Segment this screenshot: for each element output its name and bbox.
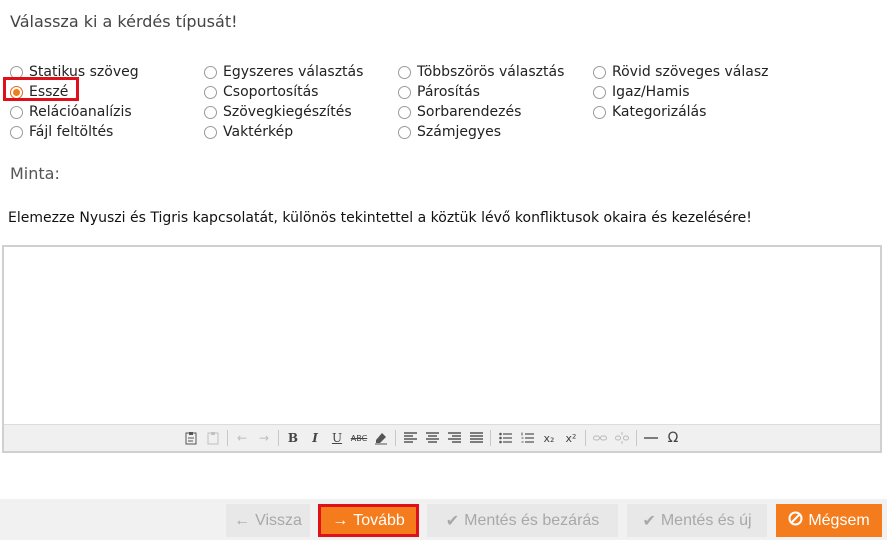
type-option-label: Fájl feltöltés — [29, 124, 114, 140]
type-option-label: Szövegkiegészítés — [223, 104, 352, 120]
type-option-label: Számjegyes — [417, 124, 502, 140]
italic-icon[interactable]: I — [304, 428, 326, 448]
radio-button[interactable] — [593, 65, 606, 79]
toolbar-separator — [227, 430, 228, 446]
answer-editor[interactable]: ← → B I U ABC x₂ x² Ω — [2, 245, 882, 453]
type-option-szamjegyes[interactable]: Számjegyes — [398, 122, 501, 142]
type-option-parositas[interactable]: Párosítás — [398, 82, 480, 102]
type-option-csoportositas[interactable]: Csoportosítás — [204, 82, 318, 102]
selection-highlight — [3, 77, 79, 101]
eraser-icon[interactable] — [370, 428, 392, 448]
type-option-label: Többszörös választás — [417, 64, 565, 80]
numbered-list-icon[interactable] — [516, 428, 538, 448]
link-icon[interactable] — [589, 428, 611, 448]
next-button-label: Tovább — [353, 511, 405, 529]
bold-icon[interactable]: B — [282, 428, 304, 448]
radio-button[interactable] — [398, 65, 411, 79]
question-text: Elemezze Nyuszi és Tigris kapcsolatát, k… — [8, 210, 752, 226]
radio-button[interactable] — [204, 85, 217, 99]
redo-icon[interactable]: → — [253, 428, 275, 448]
align-justify-icon[interactable] — [465, 428, 487, 448]
type-option-rovid-szoveges[interactable]: Rövid szöveges válasz — [593, 62, 769, 82]
type-option-label: Csoportosítás — [223, 84, 319, 100]
type-option-label: Rövid szöveges válasz — [612, 64, 769, 80]
page-title: Válassza ki a kérdés típusát! — [10, 12, 238, 31]
type-option-sorbarendezes[interactable]: Sorbarendezés — [398, 102, 521, 122]
strikethrough-icon[interactable]: ABC — [348, 428, 370, 448]
type-option-label: Igaz/Hamis — [612, 84, 690, 100]
radio-button[interactable] — [204, 125, 217, 139]
radio-button[interactable] — [398, 105, 411, 119]
type-option-szovegkiegeszites[interactable]: Szövegkiegészítés — [204, 102, 352, 122]
type-option-label: Relációanalízis — [29, 104, 132, 120]
toolbar-separator — [636, 430, 637, 446]
back-button-label: Vissza — [255, 511, 302, 529]
check-icon: ✔ — [445, 512, 460, 530]
radio-button[interactable] — [10, 105, 23, 119]
save-and-close-label: Mentés és bezárás — [464, 511, 600, 529]
radio-button[interactable] — [398, 125, 411, 139]
undo-icon[interactable]: ← — [231, 428, 253, 448]
cancel-icon — [788, 511, 803, 531]
type-option-kategorizalas[interactable]: Kategorizálás — [593, 102, 706, 122]
unlink-icon[interactable] — [611, 428, 633, 448]
cancel-button-label: Mégsem — [808, 511, 870, 529]
type-option-igaz-hamis[interactable]: Igaz/Hamis — [593, 82, 690, 102]
type-option-label: Vaktérkép — [223, 124, 294, 140]
superscript-icon[interactable]: x² — [560, 428, 582, 448]
align-center-icon[interactable] — [421, 428, 443, 448]
underline-icon[interactable]: U — [326, 428, 348, 448]
type-option-label: Párosítás — [417, 84, 480, 100]
type-option-label: Sorbarendezés — [417, 104, 522, 120]
toolbar-separator — [490, 430, 491, 446]
type-option-tobbszoros[interactable]: Többszörös választás — [398, 62, 564, 82]
radio-button[interactable] — [593, 85, 606, 99]
type-option-relacioanalizis[interactable]: Relációanalízis — [10, 102, 132, 122]
bulleted-list-icon[interactable] — [494, 428, 516, 448]
type-option-label: Kategorizálás — [612, 104, 707, 120]
cancel-button[interactable]: Mégsem — [776, 504, 882, 537]
check-icon: ✔ — [642, 512, 656, 530]
arrow-right-icon: → — [332, 511, 349, 529]
back-button[interactable]: ← Vissza — [226, 504, 310, 537]
align-right-icon[interactable] — [443, 428, 465, 448]
sample-label: Minta: — [10, 164, 60, 183]
radio-button[interactable] — [204, 105, 217, 119]
radio-button[interactable] — [10, 125, 23, 139]
next-button[interactable]: → Tovább — [318, 504, 419, 537]
horizontal-line-icon[interactable] — [640, 428, 662, 448]
type-option-vakterkep[interactable]: Vaktérkép — [204, 122, 293, 142]
type-option-egyszeres[interactable]: Egyszeres választás — [204, 62, 363, 82]
editor-toolbar: ← → B I U ABC x₂ x² Ω — [4, 424, 880, 451]
subscript-icon[interactable]: x₂ — [538, 428, 560, 448]
toolbar-separator — [278, 430, 279, 446]
paste-text-icon[interactable] — [180, 428, 202, 448]
type-option-label: Egyszeres választás — [223, 64, 364, 80]
arrow-left-icon: ← — [234, 511, 251, 529]
special-character-icon[interactable]: Ω — [662, 428, 684, 448]
radio-button[interactable] — [593, 105, 606, 119]
radio-button[interactable] — [398, 85, 411, 99]
save-and-new-button[interactable]: ✔ Mentés és új — [627, 504, 767, 537]
toolbar-separator — [395, 430, 396, 446]
radio-button[interactable] — [204, 65, 217, 79]
save-and-close-button[interactable]: ✔ Mentés és bezárás — [427, 504, 618, 537]
paste-word-icon[interactable] — [202, 428, 224, 448]
align-left-icon[interactable] — [399, 428, 421, 448]
save-and-new-label: Mentés és új — [660, 511, 752, 529]
type-option-fajl-feltoltes[interactable]: Fájl feltöltés — [10, 122, 113, 142]
toolbar-separator — [585, 430, 586, 446]
